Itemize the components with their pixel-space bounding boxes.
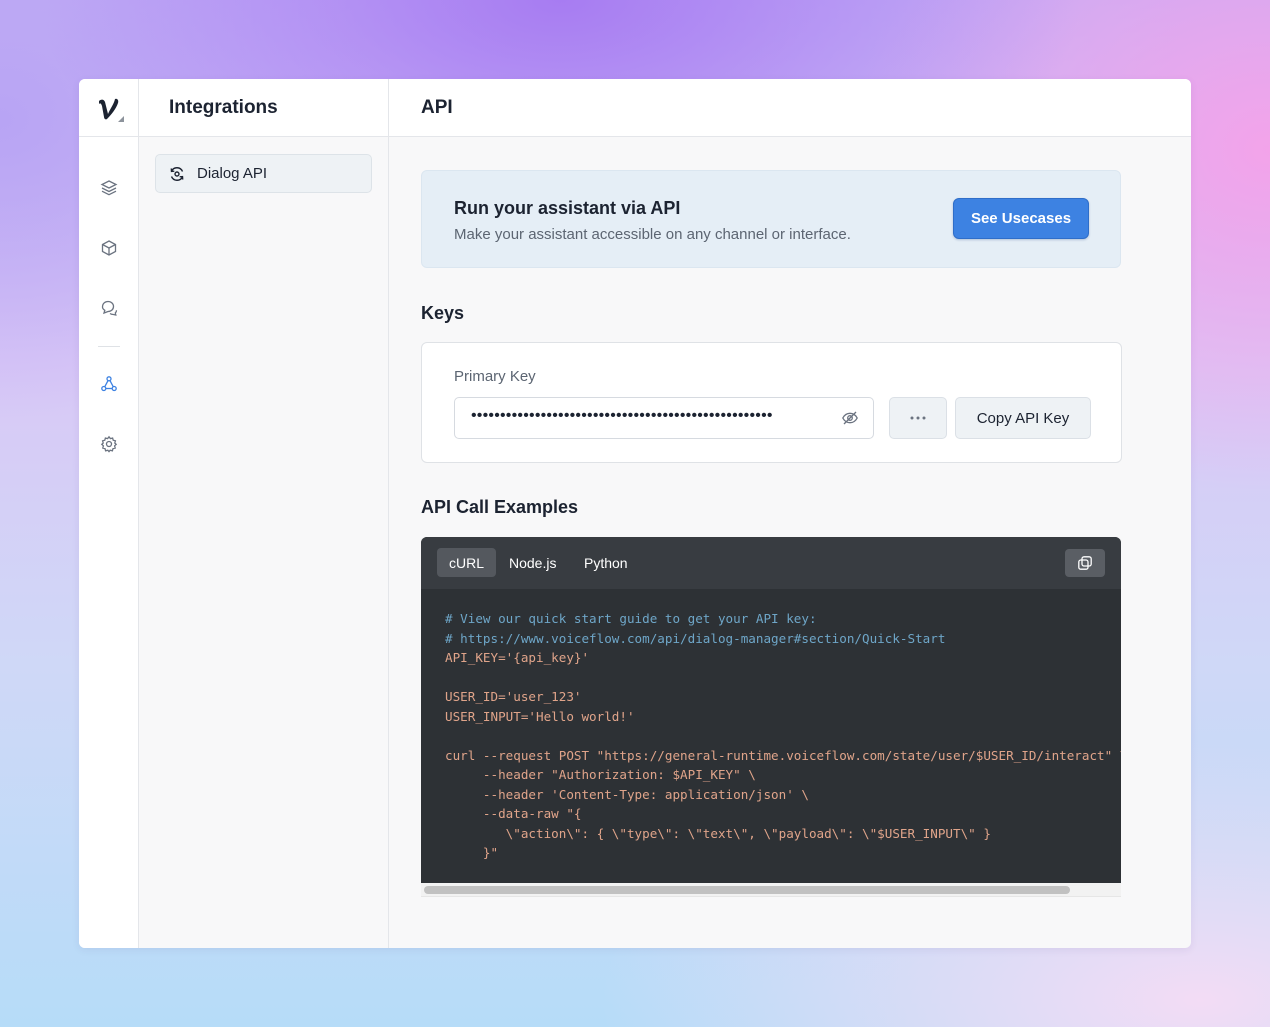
copy-code-button[interactable] — [1065, 549, 1105, 577]
app-window: Integrations Dialog API API Run your ass… — [79, 79, 1191, 948]
ellipsis-icon — [910, 416, 926, 420]
code-line: API_KEY='{api_key}' — [445, 650, 590, 665]
copy-api-key-button[interactable]: Copy API Key — [955, 397, 1091, 439]
code-line: USER_INPUT='Hello world!' — [445, 708, 635, 724]
sidebar-item-dialog-api[interactable]: Dialog API — [155, 154, 372, 193]
sidebar-title: Integrations — [139, 79, 388, 137]
code-line: --data-raw "{ — [445, 806, 582, 821]
code-line: \"action\": { \"type\": \"text\", \"payl… — [445, 825, 991, 841]
copy-icon — [1078, 556, 1092, 570]
refresh-api-icon — [168, 165, 186, 183]
integrations-icon[interactable] — [98, 373, 120, 395]
code-line: USER_ID='user_123' — [445, 689, 582, 704]
keys-section-title: Keys — [421, 303, 465, 323]
cube-icon[interactable] — [98, 237, 120, 259]
code-line: --header 'Content-Type: application/json… — [445, 786, 809, 802]
logo-corner-marker — [118, 116, 124, 122]
settings-icon[interactable] — [98, 433, 120, 455]
code-line: # View our quick start guide to get your… — [445, 611, 817, 626]
code-example-panel: cURL Node.js Python # View our quick sta… — [421, 537, 1121, 897]
tab-nodejs[interactable]: Node.js — [497, 548, 568, 577]
more-options-button[interactable] — [889, 397, 947, 439]
code-line: --header "Authorization: $API_KEY" \ — [445, 767, 756, 782]
promo-title: Run your assistant via API — [454, 198, 681, 218]
layers-icon[interactable] — [98, 177, 120, 199]
sidebar-item-label: Dialog API — [197, 165, 268, 182]
code-line: curl --request POST "https://general-run… — [445, 747, 1121, 763]
main-content: API Run your assistant via API Make your… — [389, 79, 1191, 948]
tab-python[interactable]: Python — [572, 548, 640, 577]
eye-off-icon[interactable] — [841, 409, 859, 427]
code-snippet: # View our quick start guide to get your… — [445, 609, 1121, 863]
keys-card: Primary Key ••••••••••••••••••••••••••••… — [421, 342, 1122, 463]
chat-icon[interactable] — [98, 297, 120, 319]
api-examples-title: API Call Examples — [421, 497, 579, 517]
rail-divider — [98, 346, 120, 347]
primary-key-masked-value: ••••••••••••••••••••••••••••••••••••••••… — [471, 407, 773, 424]
code-horizontal-scrollbar[interactable] — [421, 883, 1121, 897]
code-tabs-bar: cURL Node.js Python — [421, 537, 1121, 589]
logo[interactable] — [79, 79, 138, 137]
primary-key-field[interactable]: ••••••••••••••••••••••••••••••••••••••••… — [454, 397, 874, 439]
code-line: # https://www.voiceflow.com/api/dialog-m… — [445, 630, 946, 646]
integrations-sidebar: Integrations Dialog API — [139, 79, 389, 948]
scrollbar-thumb[interactable] — [424, 886, 1070, 894]
page-title: API — [389, 79, 1191, 137]
code-line: }" — [445, 845, 499, 860]
tab-curl[interactable]: cURL — [437, 548, 497, 577]
icon-rail — [79, 79, 139, 948]
see-usecases-button[interactable]: See Usecases — [953, 198, 1089, 239]
primary-key-label: Primary Key — [454, 368, 536, 385]
promo-subtitle: Make your assistant accessible on any ch… — [454, 226, 851, 243]
promo-banner: Run your assistant via API Make your ass… — [421, 170, 1121, 268]
